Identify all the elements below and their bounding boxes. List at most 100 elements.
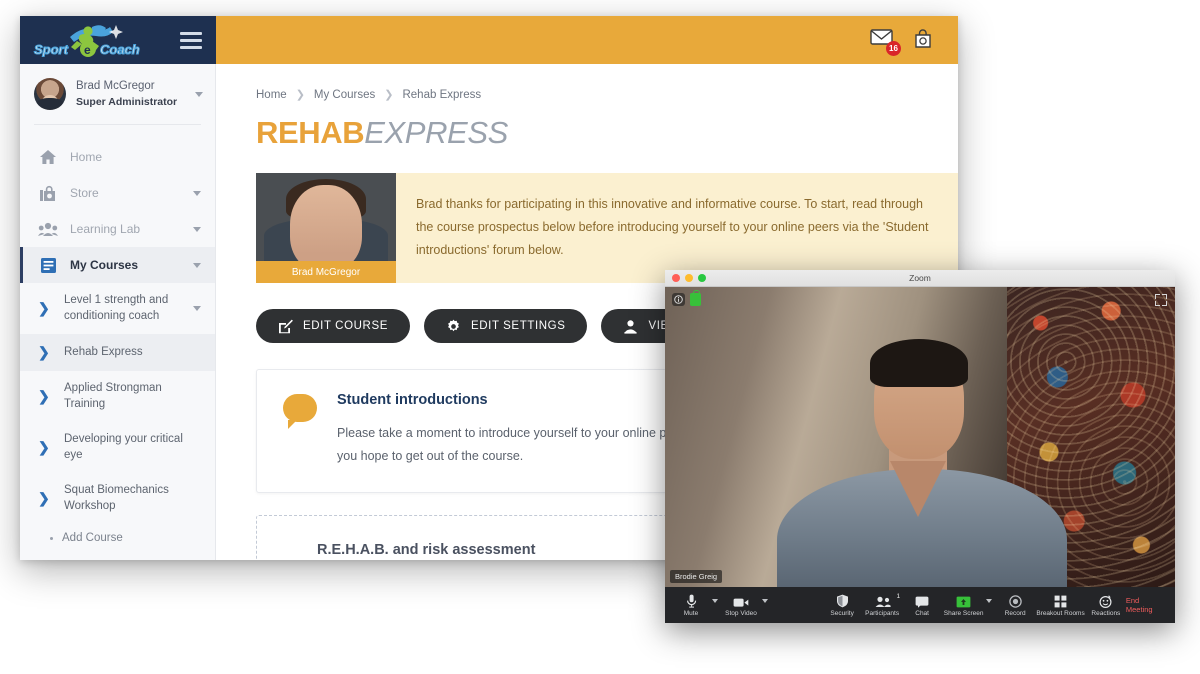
zoom-security-label: Security [830,609,854,617]
top-orange-bar: 16 [216,16,958,64]
sidebar-add-course[interactable]: Add Course [20,524,215,552]
sidebar-item-learning-lab[interactable]: Learning Lab [20,211,215,247]
sidebar-course-label: Squat Biomechanics Workshop [64,484,169,512]
lms-header: Sport Coach e 16 [20,16,958,64]
add-course-label: Add Course [62,532,123,545]
edit-settings-label: EDIT SETTINGS [470,320,566,332]
svg-text:e: e [84,43,91,57]
sidebar-item-learning-lab-label: Learning Lab [70,222,141,236]
zoom-share-screen-label: Share Screen [943,609,984,617]
green-lock-icon[interactable] [690,290,701,306]
zoom-stop-video-label: Stop Video [725,609,757,617]
zoom-mute-button[interactable]: Mute [671,594,711,617]
video-options-chevron-icon[interactable] [762,598,768,603]
person-badge-icon [623,319,638,334]
zoom-participants-button[interactable]: 1 Participants [862,593,902,617]
sidebar-item-home-label: Home [70,150,103,164]
breadcrumb-rehab-express[interactable]: Rehab Express [402,89,481,101]
sidebar-course-rehab-express[interactable]: ❯ Rehab Express [20,334,215,372]
reactions-icon [1099,594,1112,608]
svg-text:Sport: Sport [34,42,69,57]
zoom-toolbar: Mute Stop Video Security 1 Participants … [665,587,1175,623]
chat-bubble-icon [915,594,929,608]
sidebar-course-developing-critical-eye[interactable]: ❯ Developing your critical eye [20,422,215,473]
info-icon[interactable] [672,293,685,306]
breadcrumb: Home ❯ My Courses ❯ Rehab Express [256,88,958,102]
chevron-right-icon: ❯ [38,439,50,456]
page-title: REHABEXPRESS [256,115,958,151]
my-courses-chevron-down-icon[interactable] [193,262,201,268]
bullet-icon [50,536,53,540]
brand-block: Sport Coach e [20,16,216,64]
book-icon [38,256,58,274]
share-options-chevron-icon[interactable] [986,598,993,603]
mute-options-chevron-icon[interactable] [712,598,718,603]
participant-video-figure [777,337,1067,587]
breadcrumb-home[interactable]: Home [256,89,287,101]
microphone-icon [686,594,697,608]
zoom-video-area: Brodie Greig [665,287,1175,587]
zoom-reactions-label: Reactions [1091,609,1121,617]
svg-text:Coach: Coach [100,42,140,57]
zoom-stop-video-button[interactable]: Stop Video [721,594,761,617]
user-avatar [34,78,66,110]
zoom-reactions-button[interactable]: Reactions [1086,594,1126,617]
hamburger-menu-icon[interactable] [180,31,202,49]
learning-lab-chevron-down-icon[interactable] [193,226,201,232]
record-icon [1008,594,1022,608]
edit-settings-button[interactable]: EDIT SETTINGS [423,309,588,343]
chevron-right-icon: ❯ [38,344,50,361]
zoom-mute-label: Mute [683,609,699,617]
page-title-part1: REHAB [256,115,365,150]
chevron-right-icon: ❯ [38,300,50,317]
zoom-record-button[interactable]: Record [995,594,1035,617]
sidebar-course-squat-biomechanics[interactable]: ❯ Squat Biomechanics Workshop [20,473,215,524]
chevron-right-icon: ❯ [38,388,50,405]
store-bag-icon[interactable] [912,28,936,52]
sidebar-course-applied-strongman[interactable]: ❯ Applied Strongman Training [20,371,215,422]
gear-icon [446,319,461,334]
user-names: Brad McGregor Super Administrator [76,79,185,109]
zoom-security-button[interactable]: Security [822,594,862,617]
zoom-chat-button[interactable]: Chat [902,594,942,617]
edit-course-button[interactable]: EDIT COURSE [256,309,410,343]
zoom-share-screen-button[interactable]: Share Screen [942,594,985,617]
breadcrumb-separator-icon: ❯ [295,89,305,101]
sport-e-coach-logo[interactable]: Sport Coach e [30,21,148,59]
sidebar-item-home[interactable]: Home [20,139,215,175]
video-camera-icon [733,594,749,608]
messages-count-badge: 16 [886,41,901,56]
home-icon [38,148,58,166]
zoom-breakout-rooms-label: Breakout Rooms [1036,609,1085,617]
instructor-photo: Brad McGregor [256,173,396,283]
edit-course-label: EDIT COURSE [303,320,388,332]
course-chevron-down-icon[interactable] [193,306,201,312]
sidebar-nav: Home Store Learning Lab My Courses ❯ Lev… [20,125,215,552]
zoom-titlebar: Zoom [665,270,1175,287]
breadcrumb-my-courses[interactable]: My Courses [314,89,375,101]
zoom-record-label: Record [1004,609,1026,617]
sidebar: Brad McGregor Super Administrator Home S… [20,64,216,560]
participant-name-label: Brodie Greig [670,570,723,583]
end-meeting-button[interactable]: End Meeting [1126,596,1163,614]
user-profile-block[interactable]: Brad McGregor Super Administrator [20,64,215,124]
video-status-badges [672,290,701,306]
breadcrumb-separator-icon: ❯ [384,89,394,101]
welcome-banner: Brad McGregor Brad thanks for participat… [256,173,958,283]
sidebar-course-label: Level 1 strength and conditioning coach [64,294,169,322]
zoom-breakout-rooms-button[interactable]: Breakout Rooms [1035,594,1086,617]
expand-icon[interactable] [1155,294,1167,306]
share-screen-icon [956,594,971,608]
sidebar-item-my-courses[interactable]: My Courses [20,247,215,283]
store-chevron-down-icon[interactable] [193,190,201,196]
sidebar-course-level-1-strength[interactable]: ❯ Level 1 strength and conditioning coac… [20,283,215,334]
messages-envelope-icon[interactable]: 16 [870,28,901,56]
sidebar-course-label: Developing your critical eye [64,433,183,461]
sidebar-item-store[interactable]: Store [20,175,215,211]
pencil-square-icon [278,319,293,334]
people-icon [38,220,58,238]
screenshot-root: Sport Coach e 16 Brad McGregor Super Adm… [0,0,1200,674]
user-chevron-down-icon[interactable] [195,91,203,97]
zoom-window-title: Zoom [909,273,931,283]
grid-icon [1054,594,1067,608]
